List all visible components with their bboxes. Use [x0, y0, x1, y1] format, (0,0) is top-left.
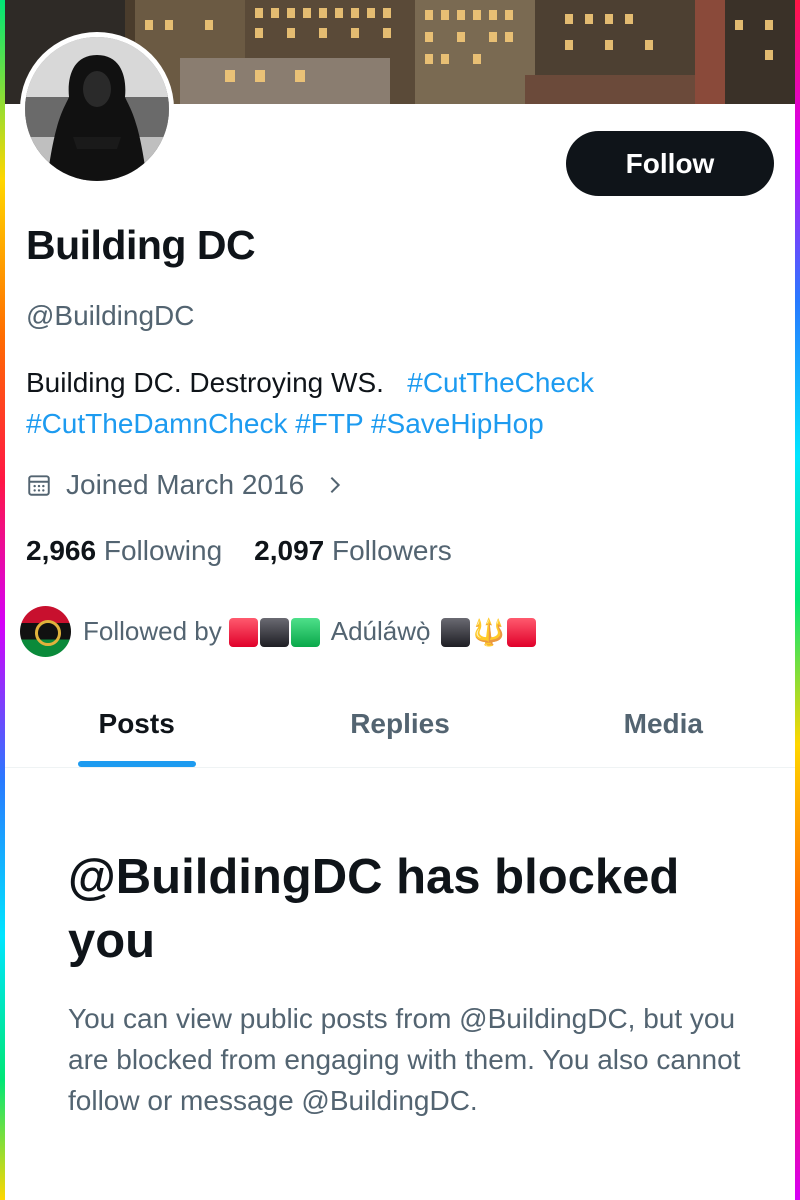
profile-bio: Building DC. Destroying WS. #CutTheCheck… — [26, 362, 766, 444]
blocked-title: @BuildingDC has blocked you — [68, 850, 680, 968]
flag-emoji-group — [228, 616, 321, 648]
joined-label: Joined March 2016 — [66, 469, 305, 500]
tab-posts[interactable]: Posts — [5, 680, 268, 767]
follow-button[interactable]: Follow — [566, 131, 774, 196]
trident-icon: 🔱 — [472, 616, 505, 647]
followers-link[interactable]: 2,097 Followers — [254, 535, 452, 567]
follower-avatar — [20, 606, 71, 657]
calendar-icon — [28, 475, 50, 496]
hashtag-link[interactable]: #CutTheDamnCheck — [26, 408, 287, 439]
joined-date[interactable]: Joined March 2016 — [26, 469, 346, 501]
follower-name: Adúláwọ̀ — [330, 616, 431, 646]
tab-label: Replies — [350, 707, 450, 739]
followers-count: 2,097 — [254, 535, 325, 566]
hooded-figure-image — [25, 37, 169, 181]
following-count: 2,966 — [26, 535, 97, 566]
hashtag-link[interactable]: #FTP — [295, 408, 363, 439]
emoji-group: 🔱 — [440, 615, 536, 648]
profile-avatar[interactable] — [20, 32, 174, 186]
follow-stats: 2,966 Following 2,097 Followers — [26, 535, 452, 567]
profile-handle: @BuildingDC — [26, 300, 195, 331]
tab-replies[interactable]: Replies — [268, 680, 531, 767]
blocked-message: You can view public posts from @Building… — [68, 1003, 741, 1116]
following-label: Following — [103, 535, 223, 566]
followed-by-label: Followed by — [83, 616, 222, 646]
bio-text: Building DC. Destroying WS. — [26, 367, 384, 398]
tab-media[interactable]: Media — [532, 680, 795, 767]
tab-label: Media — [623, 707, 703, 739]
right-decorative-border — [795, 0, 800, 1200]
hashtag-link[interactable]: #CutTheCheck — [407, 367, 594, 398]
active-tab-indicator — [77, 761, 196, 767]
profile-tabs: Posts Replies Media — [5, 680, 795, 768]
chevron-right-icon — [330, 476, 341, 494]
profile-name: Building DC — [26, 222, 256, 268]
hashtag-link[interactable]: #SaveHipHop — [371, 408, 544, 439]
followed-by-row[interactable]: Followed by Adúláwọ̀ 🔱 — [20, 606, 537, 657]
tab-label: Posts — [98, 707, 175, 739]
following-link[interactable]: 2,966 Following — [26, 535, 222, 567]
followers-label: Followers — [332, 535, 452, 566]
left-decorative-border — [0, 0, 5, 1200]
